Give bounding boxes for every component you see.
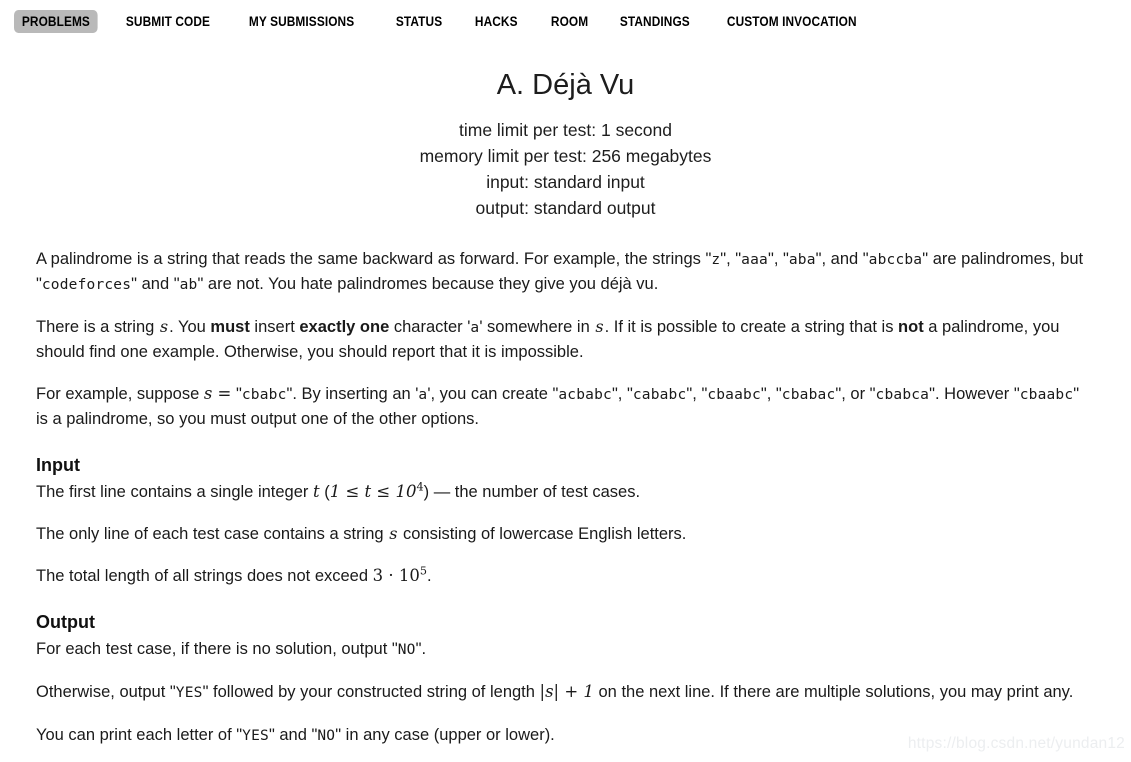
statement-paragraph-definition: A palindrome is a string that reads the … (36, 247, 1095, 297)
text-fragment: " and " (131, 274, 180, 293)
text-fragment: character ' (389, 317, 471, 336)
code-string-cbaabc: cbaabc (1019, 386, 1074, 403)
text-fragment: " in any case (upper or lower). (335, 725, 555, 744)
problem-header: A. Déjà Vu time limit per test: 1 second… (0, 68, 1131, 221)
text-fragment: " (231, 384, 242, 403)
statement-paragraph-task: There is a string s. You must insert exa… (36, 315, 1095, 364)
code-string-ab: ab (179, 276, 198, 293)
code-literal-yes: YES (242, 727, 269, 744)
text-fragment: " are not. You hate palindromes because … (197, 274, 659, 293)
text-fragment: ". (415, 639, 427, 658)
code-literal-no: NO (317, 727, 336, 744)
code-literal-no: NO (397, 641, 416, 658)
math-variable-s: s (389, 523, 398, 543)
section-heading-output: Output (36, 611, 95, 632)
text-fragment: The total length of all strings does not… (36, 566, 373, 585)
text-fragment: insert (249, 317, 300, 336)
nav-item-my-submissions[interactable]: MY SUBMISSIONS (241, 10, 362, 33)
text-fragment: ", or " (835, 384, 876, 403)
text-fragment: ", " (611, 384, 633, 403)
math-variable-s: s (159, 316, 169, 336)
text-fragment: ", " (720, 249, 742, 268)
page-title: A. Déjà Vu (496, 69, 635, 101)
text-fragment: ) — the number of test cases. (423, 482, 641, 501)
code-string-acbabc: acbabc (558, 386, 612, 403)
section-heading-input: Input (36, 454, 80, 475)
statement-paragraph-output-no: For each test case, if there is no solut… (36, 637, 1095, 662)
code-string-cbaabc: cbaabc (707, 386, 761, 403)
nav-item-room[interactable]: ROOM (543, 10, 596, 33)
text-fragment: You can print each letter of " (36, 725, 243, 744)
text-fragment: . You (169, 317, 211, 336)
code-string-cbabac: cbabac (781, 386, 836, 403)
text-fragment: ", " (760, 384, 782, 403)
text-fragment: ", and " (815, 249, 869, 268)
text-fragment: There is a string (36, 317, 159, 336)
main-navigation: PROBLEMS SUBMIT CODE MY SUBMISSIONS STAT… (0, 0, 1131, 42)
math-s-equals: s = (203, 383, 232, 403)
statement-paragraph-input-t: The first line contains a single integer… (36, 480, 1095, 504)
code-string-codeforces: codeforces (41, 276, 132, 293)
text-fragment: Otherwise, output " (36, 682, 176, 701)
memory-limit: memory limit per test: 256 megabytes (419, 145, 712, 166)
problem-statement: A palindrome is a string that reads the … (36, 247, 1095, 748)
code-string-cbabc: cbabc (241, 386, 287, 403)
code-string-cbabca: cbabca (875, 386, 930, 403)
statement-paragraph-example: For example, suppose s = "cbabc". By ins… (36, 382, 1095, 431)
emphasis-not: not (898, 317, 924, 336)
nav-item-hacks[interactable]: HACKS (467, 10, 526, 33)
text-fragment: A palindrome is a string that reads the … (36, 249, 712, 268)
text-fragment: The only line of each test case contains… (36, 524, 389, 543)
output-source: output: standard output (475, 197, 656, 218)
statement-paragraph-case-insensitive: You can print each letter of "YES" and "… (36, 723, 1095, 748)
text-fragment: The first line contains a single integer (36, 482, 313, 501)
text-fragment: ". However " (929, 384, 1020, 403)
text-fragment: ", " (686, 384, 708, 403)
code-string-abccba: abccba (868, 251, 923, 268)
math-constraint-t: 1 ≤ t ≤ 104 (329, 480, 424, 501)
nav-item-custom-invocation[interactable]: CUSTOM INVOCATION (719, 10, 865, 33)
nav-item-problems[interactable]: PROBLEMS (14, 9, 98, 33)
text-fragment: consisting of lowercase English letters. (398, 524, 687, 543)
input-source: input: standard input (486, 171, 645, 192)
nav-item-submit-code[interactable]: SUBMIT CODE (118, 10, 218, 33)
code-char-a: a (418, 386, 428, 403)
code-string-cababc: cababc (632, 386, 687, 403)
math-variable-s: s (595, 316, 604, 336)
code-string-z: z (711, 251, 721, 268)
text-fragment: ', you can create " (427, 384, 559, 403)
code-string-aba: aba (788, 251, 816, 268)
math-length-expression: |s| + 1 (539, 681, 594, 701)
text-fragment: " and " (268, 725, 318, 744)
time-limit: time limit per test: 1 second (459, 119, 672, 140)
text-fragment: on the next line. If there are multiple … (593, 682, 1074, 701)
code-string-aaa: aaa (741, 251, 768, 268)
text-fragment: . If it is possible to create a string t… (604, 317, 899, 336)
emphasis-exactly-one: exactly one (299, 317, 390, 336)
text-fragment: . (427, 566, 432, 585)
code-literal-yes: YES (175, 684, 203, 701)
text-fragment: For each test case, if there is no solut… (36, 639, 398, 658)
nav-item-standings[interactable]: STANDINGS (612, 10, 698, 33)
nav-item-status[interactable]: STATUS (388, 10, 450, 33)
text-fragment: ", " (767, 249, 789, 268)
math-constraint-total-length: 3 · 105 (372, 564, 427, 585)
text-fragment: For example, suppose (36, 384, 204, 403)
math-variable-t: t (312, 481, 320, 501)
text-fragment: ". By inserting an ' (286, 384, 419, 403)
statement-paragraph-input-s: The only line of each test case contains… (36, 522, 1095, 546)
code-char-a: a (470, 319, 480, 336)
text-fragment: ' somewhere in (479, 317, 595, 336)
text-fragment: " followed by your constructed string of… (202, 682, 540, 701)
statement-paragraph-total-length: The total length of all strings does not… (36, 564, 1095, 588)
text-fragment: ( (319, 482, 330, 501)
statement-paragraph-output-yes: Otherwise, output "YES" followed by your… (36, 680, 1095, 705)
emphasis-must: must (210, 317, 250, 336)
